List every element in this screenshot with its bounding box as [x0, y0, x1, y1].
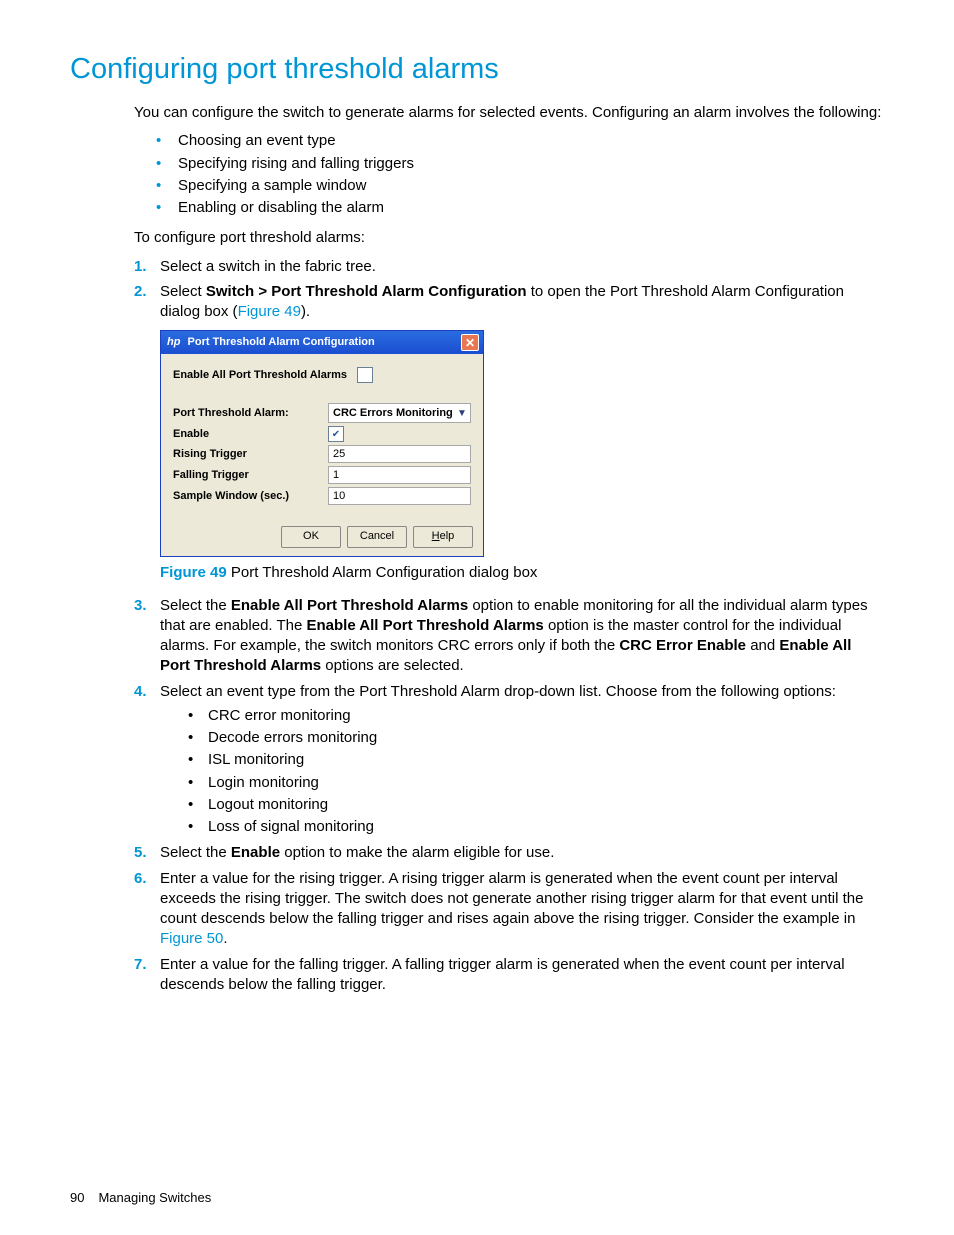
option-name: Enable All Port Threshold Alarms: [307, 617, 544, 634]
cancel-button[interactable]: Cancel: [347, 526, 407, 548]
rising-input[interactable]: 25: [328, 445, 471, 463]
text: and: [746, 637, 779, 654]
dialog-titlebar: hp Port Threshold Alarm Configuration ✕: [161, 331, 483, 354]
option-name: Enable: [231, 844, 280, 861]
falling-input[interactable]: 1: [328, 466, 471, 484]
rising-label: Rising Trigger: [173, 447, 328, 462]
text: Select the: [160, 844, 231, 861]
list-item: Specifying a sample window: [156, 176, 884, 196]
intro-bullets: Choosing an event type Specifying rising…: [156, 131, 884, 218]
enable-label: Enable: [173, 427, 328, 442]
step-7: Enter a value for the falling trigger. A…: [134, 955, 884, 996]
page-footer: 90 Managing Switches: [70, 1189, 211, 1207]
enable-checkbox[interactable]: ✔: [328, 426, 344, 442]
dialog-body: Enable All Port Threshold Alarms Port Th…: [161, 354, 483, 518]
text: Select: [160, 283, 206, 300]
alarm-type-label: Port Threshold Alarm:: [173, 406, 328, 421]
list-item: Specifying rising and falling triggers: [156, 154, 884, 174]
menu-path: Switch > Port Threshold Alarm Configurat…: [206, 283, 527, 300]
intro-text: You can configure the switch to generate…: [134, 103, 884, 123]
ok-button[interactable]: OK: [281, 526, 341, 548]
enable-all-label: Enable All Port Threshold Alarms: [173, 368, 347, 383]
text: Enter a value for the rising trigger. A …: [160, 870, 863, 928]
chevron-down-icon: ▼: [454, 407, 470, 421]
figure-link[interactable]: Figure 50: [160, 930, 223, 947]
close-button[interactable]: ✕: [461, 334, 479, 351]
chapter-name: Managing Switches: [98, 1190, 211, 1205]
dialog-buttons: OK Cancel Help: [161, 518, 483, 556]
falling-label: Falling Trigger: [173, 468, 328, 483]
list-item: CRC error monitoring: [188, 706, 884, 726]
text: options are selected.: [321, 657, 464, 674]
sample-input[interactable]: 10: [328, 487, 471, 505]
step-4-options: CRC error monitoring Decode errors monit…: [188, 706, 884, 838]
text: ).: [301, 303, 310, 320]
caption-label: Figure 49: [160, 564, 227, 581]
text: Select the: [160, 597, 231, 614]
dialog-box: hp Port Threshold Alarm Configuration ✕ …: [160, 330, 484, 557]
hp-logo-icon: hp: [167, 336, 180, 348]
dialog-title: hp Port Threshold Alarm Configuration: [167, 335, 375, 350]
procedure-steps: Select a switch in the fabric tree. Sele…: [134, 257, 884, 996]
step-3: Select the Enable All Port Threshold Ala…: [134, 596, 884, 677]
text: .: [223, 930, 227, 947]
alarm-type-select[interactable]: CRC Errors Monitoring ▼: [328, 403, 471, 423]
text: Select an event type from the Port Thres…: [160, 683, 836, 700]
caption-text: Port Threshold Alarm Configuration dialo…: [227, 564, 538, 581]
body-content: You can configure the switch to generate…: [134, 103, 884, 995]
list-item: ISL monitoring: [188, 750, 884, 770]
list-item: Decode errors monitoring: [188, 728, 884, 748]
step-5: Select the Enable option to make the ala…: [134, 843, 884, 863]
select-value: CRC Errors Monitoring: [333, 406, 453, 421]
option-name: CRC Error Enable: [619, 637, 746, 654]
step-2: Select Switch > Port Threshold Alarm Con…: [134, 282, 884, 584]
sample-label: Sample Window (sec.): [173, 489, 328, 504]
figure-caption: Figure 49 Port Threshold Alarm Configura…: [160, 563, 884, 583]
list-item: Choosing an event type: [156, 131, 884, 151]
procedure-lead: To configure port threshold alarms:: [134, 228, 884, 248]
list-item: Login monitoring: [188, 773, 884, 793]
list-item: Logout monitoring: [188, 795, 884, 815]
list-item: Loss of signal monitoring: [188, 817, 884, 837]
page-title: Configuring port threshold alarms: [70, 50, 894, 89]
list-item: Enabling or disabling the alarm: [156, 198, 884, 218]
figure-link[interactable]: Figure 49: [238, 303, 301, 320]
step-1: Select a switch in the fabric tree.: [134, 257, 884, 277]
enable-all-checkbox[interactable]: [357, 367, 373, 383]
page-number: 90: [70, 1190, 84, 1205]
step-4: Select an event type from the Port Thres…: [134, 682, 884, 838]
help-button[interactable]: Help: [413, 526, 473, 548]
option-name: Enable All Port Threshold Alarms: [231, 597, 468, 614]
text: option to make the alarm eligible for us…: [280, 844, 554, 861]
step-6: Enter a value for the rising trigger. A …: [134, 869, 884, 950]
